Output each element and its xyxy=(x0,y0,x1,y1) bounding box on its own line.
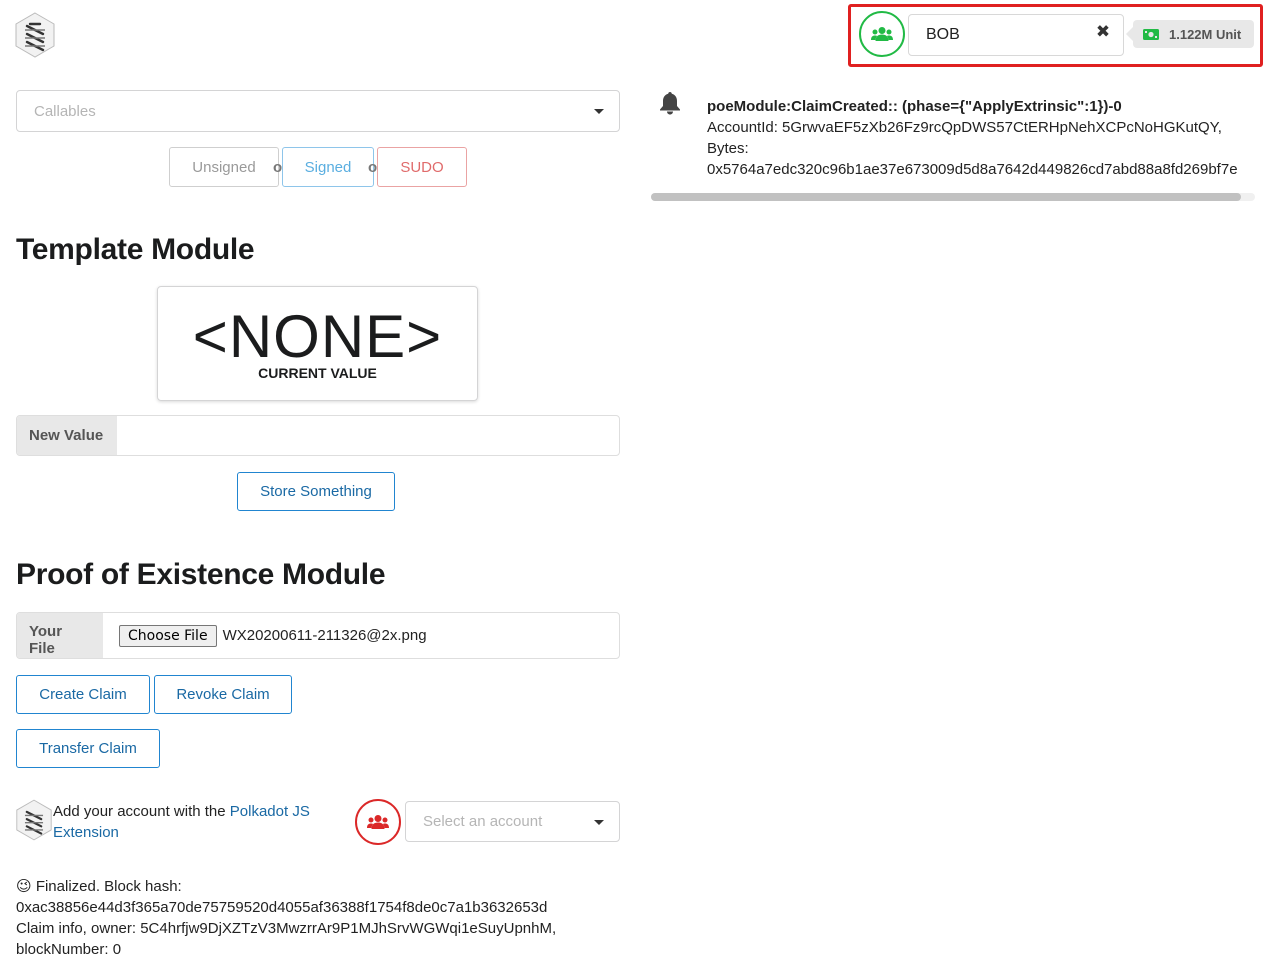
substrate-logo xyxy=(14,12,56,58)
chevron-down-icon xyxy=(594,819,604,825)
event-line-1: AccountId: 5GrwvaEF5zXb26Fz9rcQpDWS57CtE… xyxy=(707,119,1222,136)
callables-dropdown[interactable]: Callables xyxy=(16,90,620,132)
substrate-logo-small xyxy=(15,798,53,842)
status-line-1: Finalized. Block hash: xyxy=(35,878,182,895)
account-icon-button-bottom[interactable] xyxy=(355,799,401,845)
poe-module-title: Proof of Existence Module xyxy=(16,558,386,591)
event-item: poeModule:ClaimCreated:: (phase={"ApplyE… xyxy=(707,96,1259,180)
users-icon xyxy=(871,27,893,41)
event-scrollbar-thumb[interactable] xyxy=(651,193,1241,201)
template-module-title: Template Module xyxy=(16,233,255,266)
store-something-button[interactable]: Store Something xyxy=(237,472,395,511)
new-value-field: New Value xyxy=(16,415,620,456)
event-line-2: Bytes: xyxy=(707,140,749,157)
add-account-text: Add your account with the Polkadot JS Ex… xyxy=(53,801,343,843)
status-line-2: 0xac38856e44d3f365a70de75759520d4055af36… xyxy=(16,899,548,916)
wink-emoji: 😉 xyxy=(16,878,32,895)
event-line-3: 0x5764a7edc320c96b1ae37e673009d5d8a7642d… xyxy=(707,161,1238,178)
callables-placeholder: Callables xyxy=(34,102,96,120)
revoke-claim-button[interactable]: Revoke Claim xyxy=(154,675,292,714)
signed-button[interactable]: Signed xyxy=(282,147,374,187)
users-icon xyxy=(367,815,389,829)
status-line-4: blockNumber: 0 xyxy=(16,941,122,958)
bell-icon xyxy=(659,91,681,115)
clear-account-icon[interactable]: ✖ xyxy=(1094,22,1112,46)
polkadot-js-link[interactable]: Polkadot JS xyxy=(230,803,310,820)
status-line-3: Claim info, owner: 5C4hrfjw9DjXZTzV3Mwzr… xyxy=(16,920,557,937)
current-value-card: <NONE> CURRENT VALUE xyxy=(157,286,478,401)
account-icon-button[interactable] xyxy=(859,11,905,57)
create-claim-button[interactable]: Create Claim xyxy=(16,675,150,714)
add-account-prefix: Add your account with the xyxy=(53,803,230,820)
balance-badge: 1.122M Unit xyxy=(1126,20,1254,48)
money-icon xyxy=(1143,28,1159,40)
chevron-down-icon xyxy=(594,109,604,114)
transfer-claim-button[interactable]: Transfer Claim xyxy=(16,729,160,768)
tx-status: 😉 Finalized. Block hash: 0xac38856e44d3f… xyxy=(16,876,556,960)
file-label: Your File xyxy=(17,613,103,658)
file-field: Your File Choose File WX20200611-211326@… xyxy=(16,612,620,659)
new-value-input[interactable] xyxy=(117,416,619,455)
current-value: <NONE> xyxy=(192,303,443,370)
extension-link[interactable]: Extension xyxy=(53,824,119,841)
choose-file-button[interactable]: Choose File xyxy=(119,624,217,647)
new-value-label: New Value xyxy=(17,416,117,455)
select-account-dropdown[interactable]: Select an account xyxy=(405,801,620,842)
select-account-placeholder: Select an account xyxy=(423,813,543,830)
unsigned-button[interactable]: Unsigned xyxy=(169,147,279,187)
balance-value: 1.122M Unit xyxy=(1169,26,1242,42)
event-title: poeModule:ClaimCreated:: (phase={"ApplyE… xyxy=(707,98,1122,115)
account-name-input[interactable]: BOB xyxy=(908,14,1124,56)
sudo-button[interactable]: SUDO xyxy=(377,147,467,187)
file-name: WX20200611-211326@2x.png xyxy=(222,627,427,644)
